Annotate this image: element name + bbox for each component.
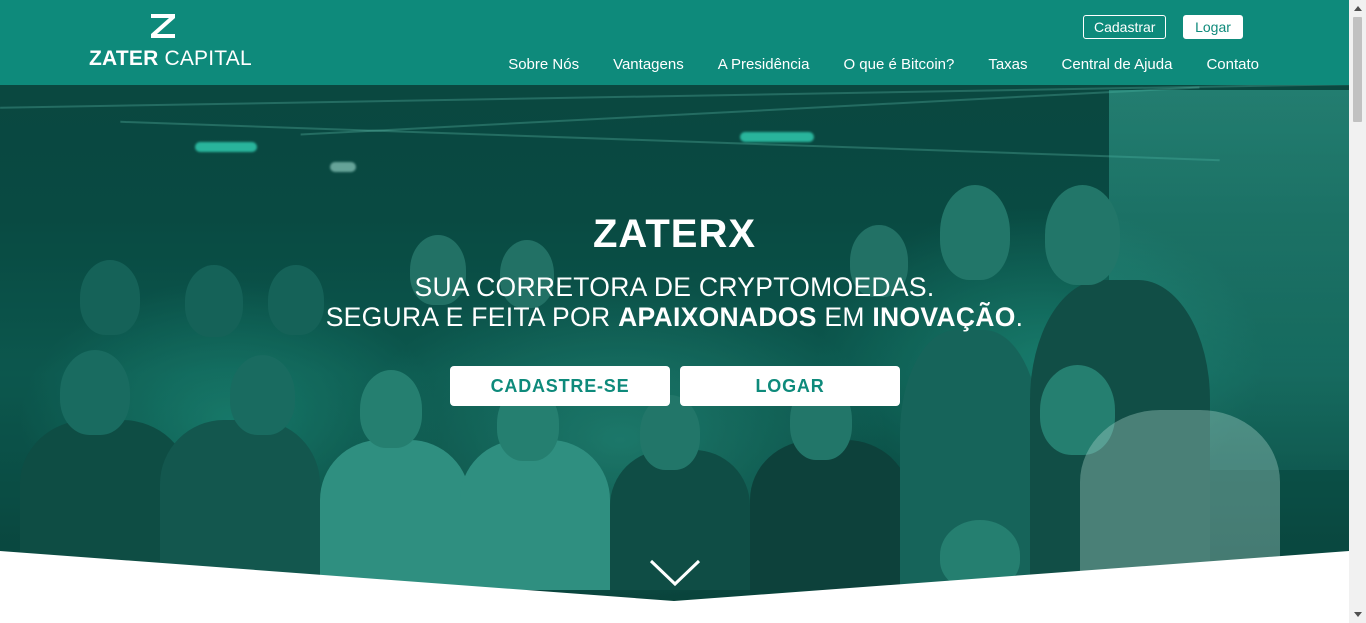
cta-register-button[interactable]: CADASTRE-SE [450, 366, 670, 406]
scroll-down-arrow-icon[interactable] [1349, 606, 1366, 623]
chevron-down-icon[interactable] [649, 558, 701, 588]
login-button[interactable]: Logar [1183, 15, 1243, 39]
zater-z-logo-icon [151, 14, 175, 38]
scrollbar-thumb[interactable] [1353, 17, 1362, 122]
hero-subtitle: SUA CORRETORA DE CRYPTOMOEDAS. SEGURA E … [0, 272, 1349, 332]
nav-item-presidencia[interactable]: A Presidência [718, 56, 810, 73]
brand-name: ZATER CAPITAL [89, 47, 252, 70]
register-button[interactable]: Cadastrar [1083, 15, 1166, 39]
nav-item-bitcoin[interactable]: O que é Bitcoin? [843, 56, 954, 73]
scroll-up-arrow-icon[interactable] [1349, 0, 1366, 17]
hero-title: ZATERX [592, 212, 757, 256]
nav-item-vantagens[interactable]: Vantagens [613, 56, 684, 73]
page-scrollbar[interactable] [1349, 0, 1366, 623]
nav-item-contato[interactable]: Contato [1206, 56, 1259, 73]
main-nav: Sobre Nós Vantagens A Presidência O que … [508, 56, 1259, 73]
site-logo[interactable]: ZATER CAPITAL [89, 14, 252, 70]
nav-item-taxas[interactable]: Taxas [988, 56, 1027, 73]
nav-item-central-ajuda[interactable]: Central de Ajuda [1062, 56, 1173, 73]
hero-line-2: SEGURA E FEITA POR APAIXONADOS EM INOVAÇ… [325, 302, 1024, 332]
nav-item-sobre-nos[interactable]: Sobre Nós [508, 56, 579, 73]
cta-login-button[interactable]: LOGAR [680, 366, 900, 406]
hero-line-1: SUA CORRETORA DE CRYPTOMOEDAS. [414, 272, 935, 302]
